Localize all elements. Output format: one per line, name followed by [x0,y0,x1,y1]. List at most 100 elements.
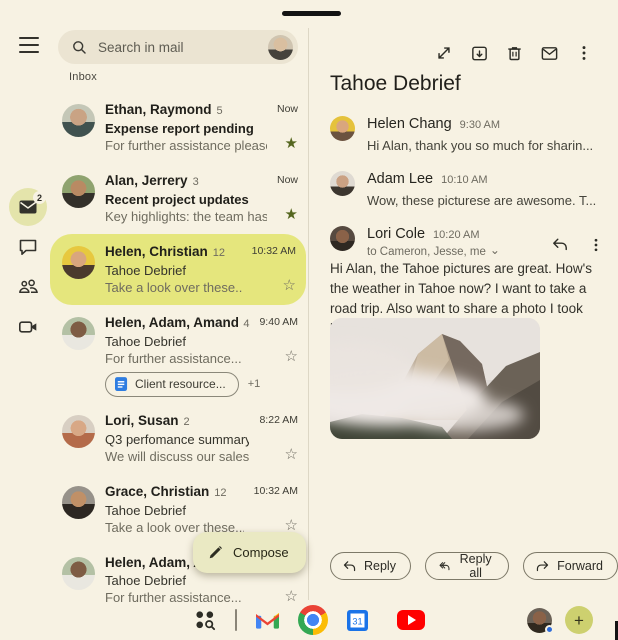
email-preview: For further assistance please... [105,137,267,154]
reply-button-icon[interactable] [550,235,570,255]
message-expanded[interactable]: Lori Cole10:20 AM to Cameron, Jesse, me⌄ [330,225,606,258]
message-thread: Helen Chang9:30 AM Hi Alan, thank you so… [330,115,606,274]
rail-meet-tab[interactable] [9,308,47,346]
email-list-item[interactable]: Lori, Susan2 Q3 perfomance summary We wi… [56,403,302,474]
email-time: 10:32 AM [254,485,298,497]
thread-count: 3 [193,173,199,191]
email-senders: Ethan, Raymond [105,101,212,119]
chevron-down-icon: ⌄ [490,243,500,257]
email-list-item-selected[interactable]: Helen, Christian12 Tahoe Debrief Take a … [50,234,306,305]
attachment-extra-count: +1 [248,378,261,390]
email-subject: Tahoe Debrief [105,502,244,519]
conversation-title: Tahoe Debrief [330,72,461,96]
document-icon [115,377,128,392]
sender-avatar [62,415,95,448]
navigation-rail: 2 [0,188,56,346]
message-collapsed[interactable]: Adam Lee10:10 AM Wow, these picturese ar… [330,170,606,209]
recipients-label: to Cameron, Jesse, me [367,246,486,258]
more-options-button[interactable] [574,43,594,63]
message-time: 9:30 AM [460,116,500,134]
account-avatar[interactable] [268,35,293,60]
spaces-people-icon [18,277,39,297]
play-icon [408,615,416,625]
gmail-icon [256,611,279,629]
message-collapsed[interactable]: Helen Chang9:30 AM Hi Alan, thank you so… [330,115,606,154]
forward-button[interactable]: Forward [523,552,618,580]
delete-button[interactable] [504,43,524,63]
email-list-item[interactable]: Ethan, Raymond5 Expense report pending F… [56,92,302,163]
email-senders: Lori, Susan [105,412,179,430]
thread-count: 2 [184,413,190,431]
rail-chat-tab[interactable] [9,228,47,266]
archive-button[interactable] [469,43,489,63]
new-window-plus-button[interactable]: + [565,606,593,634]
expand-button[interactable] [434,43,454,63]
star-icon[interactable]: ★ [285,207,298,222]
gmail-app-button[interactable] [256,610,279,630]
conversation-pane: Tahoe Debrief Helen Chang9:30 AM Hi Alan… [310,0,618,600]
reply-label: Reply [364,559,396,573]
taskbar: 31 + [0,600,618,640]
compose-button[interactable]: Compose [193,532,306,573]
attachment-photo-yosemite[interactable] [330,318,540,439]
search-placeholder: Search in mail [98,40,258,55]
search-input[interactable]: Search in mail [58,30,298,64]
star-icon[interactable]: ☆ [285,349,298,364]
sender-avatar [62,486,95,519]
reply-button[interactable]: Reply [330,552,411,580]
app-grid-search-icon [194,609,216,631]
recipients-toggle[interactable]: to Cameron, Jesse, me ⌄ [367,246,538,258]
message-preview: Hi Alan, thank you so much for sharin... [367,137,606,154]
pencil-icon [207,544,224,561]
email-senders: Grace, Christian [105,483,209,501]
reply-arrow-icon [342,560,357,573]
app-search-button[interactable] [194,609,216,631]
attachment-chip[interactable]: Client resource... [105,372,239,397]
compose-label: Compose [233,545,289,560]
sender-avatar [330,116,355,141]
star-icon[interactable]: ☆ [283,278,296,293]
email-preview: We will discuss our sales... [105,448,249,465]
message-sender: Lori Cole [367,225,425,243]
archive-icon [470,44,489,63]
sender-avatar [62,317,95,350]
star-icon[interactable]: ☆ [285,518,298,533]
email-senders: Helen, Adam, Amanda [105,314,238,332]
taskbar-user-avatar[interactable] [527,608,552,633]
attachment-label: Client resource... [135,377,226,391]
thread-count: 12 [214,484,226,502]
rail-mail-tab[interactable]: 2 [9,188,47,226]
rail-spaces-tab[interactable] [9,268,47,306]
envelope-icon [540,44,559,63]
youtube-app-button[interactable] [397,610,425,630]
email-time: 9:40 AM [259,316,298,328]
taskbar-divider [235,609,237,631]
attachment-row: Client resource... +1 [105,371,302,397]
email-senders: Helen, Christian [105,243,208,261]
message-sender: Adam Lee [367,170,433,188]
mark-unread-button[interactable] [539,43,559,63]
email-subject: Recent project updates [105,191,267,208]
email-time: 10:32 AM [252,245,296,257]
thread-count: 4 [243,315,249,333]
calendar-icon: 31 [347,610,368,631]
reply-actions: Reply Reply all Forward [330,552,618,580]
reply-all-arrow-icon [437,560,450,573]
trash-icon [505,44,524,63]
chrome-app-button[interactable] [298,605,328,635]
menu-icon[interactable] [19,37,39,53]
star-icon[interactable]: ★ [285,136,298,151]
inbox-label: Inbox [69,71,97,83]
forward-arrow-icon [535,560,550,573]
reply-all-button[interactable]: Reply all [425,552,509,580]
email-preview: Take a look over these... [105,279,242,296]
calendar-app-button[interactable]: 31 [347,610,368,631]
star-icon[interactable]: ☆ [285,447,298,462]
pane-divider [308,28,309,600]
message-more-button[interactable] [586,235,606,255]
email-list-item[interactable]: Helen, Adam, Amanda4 Tahoe Debrief For f… [56,305,302,369]
email-list-item[interactable]: Alan, Jerrery3 Recent project updates Ke… [56,163,302,234]
chat-icon [18,237,38,257]
sender-avatar [62,246,95,279]
sender-avatar [330,226,355,251]
